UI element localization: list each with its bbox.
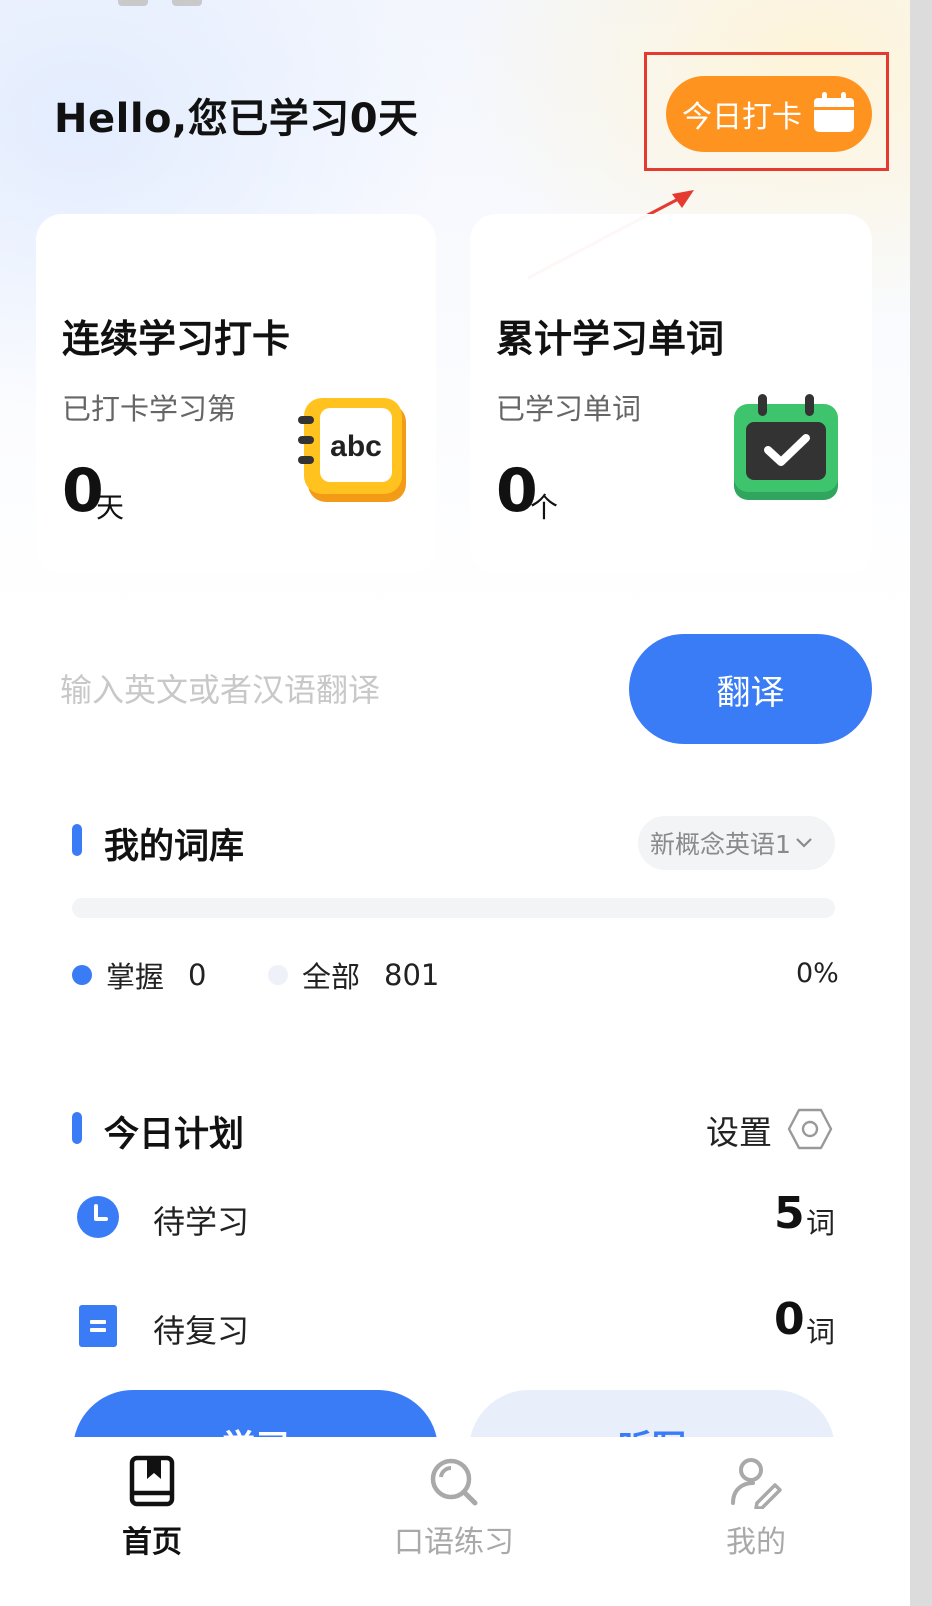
gear-icon[interactable] — [787, 1106, 833, 1152]
section-marker — [72, 1112, 82, 1144]
plan-item-label: 待学习 — [153, 1203, 250, 1241]
book-icon — [129, 1455, 175, 1507]
section-marker — [72, 824, 82, 856]
plan-item-unit: 词 — [806, 1206, 836, 1240]
card-unit: 个 — [530, 491, 559, 524]
tab-profile[interactable]: 我的 — [656, 1437, 856, 1606]
clock-icon — [77, 1196, 119, 1238]
library-progress-bar — [72, 898, 835, 918]
card-subtitle: 已打卡学习第 — [62, 392, 237, 426]
plan-item-label: 待复习 — [153, 1312, 250, 1350]
plan-item-unit: 词 — [806, 1315, 836, 1349]
mastered-label: 掌握 — [106, 960, 165, 994]
words-learned-card[interactable]: 累计学习单词 已学习单词 0 个 — [470, 214, 872, 574]
mastery-percent: 0% — [796, 958, 839, 989]
card-unit: 天 — [96, 491, 125, 524]
annotation-highlight-box — [644, 52, 889, 171]
translate-input[interactable]: 输入英文或者汉语翻译 — [60, 664, 600, 716]
selected-book-label: 新概念英语1 — [650, 830, 791, 859]
word-book-selector[interactable]: 新概念英语1 — [638, 816, 835, 870]
mastered-value: 0 — [188, 958, 207, 992]
status-bar-icon — [118, 0, 148, 6]
document-icon — [79, 1305, 117, 1347]
total-value: 801 — [384, 958, 440, 992]
translate-button[interactable]: 翻译 — [629, 634, 872, 744]
plan-section-title: 今日计划 — [104, 1115, 245, 1155]
total-label: 全部 — [302, 960, 361, 994]
notebook-abc-icon: abc — [298, 398, 406, 502]
tab-label: 首页 — [122, 1525, 182, 1560]
greeting-title: Hello,您已学习0天 — [54, 96, 419, 142]
search-icon — [430, 1458, 478, 1506]
user-edit-icon — [731, 1458, 782, 1509]
tab-home[interactable]: 首页 — [52, 1437, 252, 1606]
svg-text:abc: abc — [330, 430, 382, 463]
tab-label: 我的 — [726, 1525, 786, 1560]
card-subtitle: 已学习单词 — [496, 392, 642, 426]
library-section-title: 我的词库 — [104, 827, 245, 867]
card-title: 连续学习打卡 — [62, 317, 291, 361]
chevron-down-icon — [796, 838, 812, 848]
streak-card[interactable]: 连续学习打卡 已打卡学习第 0 天 abc — [36, 214, 436, 574]
total-dot-icon — [268, 965, 288, 985]
plan-item-value: 5 — [774, 1188, 805, 1239]
tab-speaking-practice[interactable]: 口语练习 — [354, 1437, 554, 1606]
bottom-tab-bar: 首页 口语练习 我的 — [0, 1437, 910, 1606]
card-title: 累计学习单词 — [496, 317, 725, 361]
mastered-dot-icon — [72, 965, 92, 985]
calendar-check-icon — [734, 394, 838, 500]
app-screen: Hello,您已学习0天 今日打卡 连续学习打卡 已打卡学习第 0 天 abc — [0, 0, 910, 1606]
plan-item-value: 0 — [774, 1294, 805, 1345]
mastered-stat: 掌握 0 — [72, 954, 206, 996]
status-bar-icon — [172, 0, 202, 6]
total-stat: 全部 801 — [268, 954, 439, 996]
tab-label: 口语练习 — [394, 1525, 514, 1560]
plan-settings-link[interactable]: 设置 — [706, 1106, 772, 1154]
